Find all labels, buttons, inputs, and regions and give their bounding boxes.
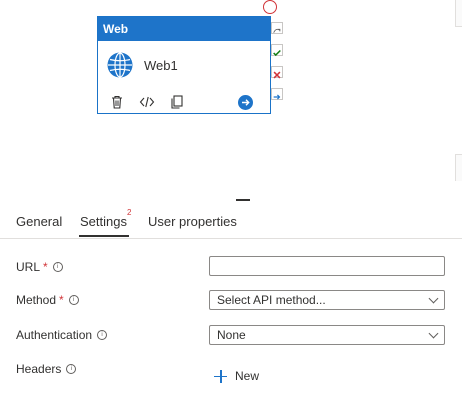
- authentication-label-text: Authentication: [16, 328, 93, 342]
- authentication-selected-value: None: [217, 328, 246, 342]
- clone-icon[interactable]: [169, 94, 185, 110]
- required-marker: *: [59, 293, 64, 307]
- headers-label-text: Headers: [16, 362, 62, 376]
- tab-settings[interactable]: Settings: [80, 214, 127, 229]
- tab-user-properties[interactable]: User properties: [148, 214, 237, 229]
- arrow-right-circle-icon[interactable]: [238, 95, 253, 110]
- canvas-edge-panel: [455, 0, 462, 27]
- required-marker: *: [43, 260, 48, 274]
- add-header-label: New: [235, 369, 260, 383]
- code-icon[interactable]: [139, 94, 155, 110]
- chevron-down-icon: [428, 328, 439, 339]
- completion-arrow-icon[interactable]: [271, 88, 283, 100]
- url-input[interactable]: [209, 256, 445, 276]
- authentication-dropdown[interactable]: None: [209, 325, 445, 345]
- active-tab-indicator: [79, 235, 129, 237]
- pipeline-canvas[interactable]: Web Web1: [0, 0, 462, 200]
- activity-type-label: Web: [98, 17, 270, 41]
- method-label-text: Method: [16, 293, 57, 307]
- canvas-edge-panel: [455, 154, 462, 181]
- delete-icon[interactable]: [109, 94, 125, 110]
- globe-icon: [107, 52, 133, 78]
- url-label: URL * i: [16, 260, 63, 274]
- tab-general[interactable]: General: [16, 214, 62, 229]
- add-header-button[interactable]: New: [214, 367, 259, 385]
- url-label-text: URL: [16, 260, 41, 274]
- method-selected-value: Select API method...: [217, 293, 326, 307]
- chevron-down-icon: [428, 293, 439, 304]
- plus-icon: [214, 369, 227, 383]
- skip-icon[interactable]: [271, 22, 283, 34]
- failure-x-icon[interactable]: [271, 66, 283, 79]
- properties-tabs: General Settings User properties: [0, 201, 462, 239]
- settings-error-badge: 2: [127, 208, 132, 217]
- activity-name: Web1: [144, 58, 178, 73]
- info-icon[interactable]: i: [68, 295, 79, 305]
- info-icon[interactable]: i: [66, 364, 77, 374]
- headers-label: Headers i: [16, 362, 77, 376]
- method-dropdown[interactable]: Select API method...: [209, 290, 445, 310]
- web-activity-node[interactable]: Web Web1: [97, 16, 271, 114]
- authentication-label: Authentication i: [16, 328, 108, 342]
- info-icon[interactable]: i: [97, 330, 108, 340]
- output-handle-icon[interactable]: [263, 0, 277, 14]
- method-label: Method * i: [16, 293, 79, 307]
- success-check-icon[interactable]: [271, 44, 283, 57]
- info-icon[interactable]: i: [52, 262, 63, 272]
